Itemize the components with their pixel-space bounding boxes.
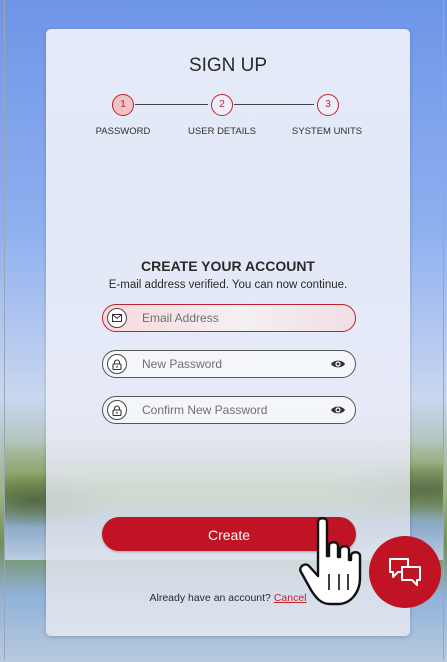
step-3-circle: 3	[317, 94, 339, 116]
page-title: SIGN UP	[188, 55, 268, 76]
step-1-label: PASSWORD	[95, 126, 151, 137]
step-3-label: SYSTEM UNITS	[291, 126, 363, 137]
email-field[interactable]	[102, 304, 356, 332]
step-2-label: USER DETAILS	[188, 126, 256, 137]
create-account-heading: CREATE YOUR ACCOUNT	[141, 258, 315, 274]
lock-icon	[107, 400, 127, 420]
lock-icon	[107, 354, 127, 374]
chat-button[interactable]	[369, 536, 441, 608]
eye-icon[interactable]	[330, 402, 346, 418]
new-password-field[interactable]	[102, 350, 356, 378]
new-password-input[interactable]	[142, 355, 322, 373]
hand-pointer-icon	[299, 517, 362, 606]
step-connector-2	[234, 104, 314, 105]
verified-message: E-mail address verified. You can now con…	[108, 279, 348, 291]
step-1-circle: 1	[112, 94, 134, 116]
chat-bubbles-icon	[389, 558, 421, 586]
confirm-password-input[interactable]	[142, 401, 322, 419]
step-connector-1	[135, 104, 208, 105]
eye-icon[interactable]	[330, 356, 346, 372]
already-text: Already have an account?	[149, 592, 271, 604]
confirm-password-field[interactable]	[102, 396, 356, 424]
email-input[interactable]	[142, 309, 322, 327]
step-2-circle: 2	[211, 94, 233, 116]
envelope-icon	[107, 308, 127, 328]
